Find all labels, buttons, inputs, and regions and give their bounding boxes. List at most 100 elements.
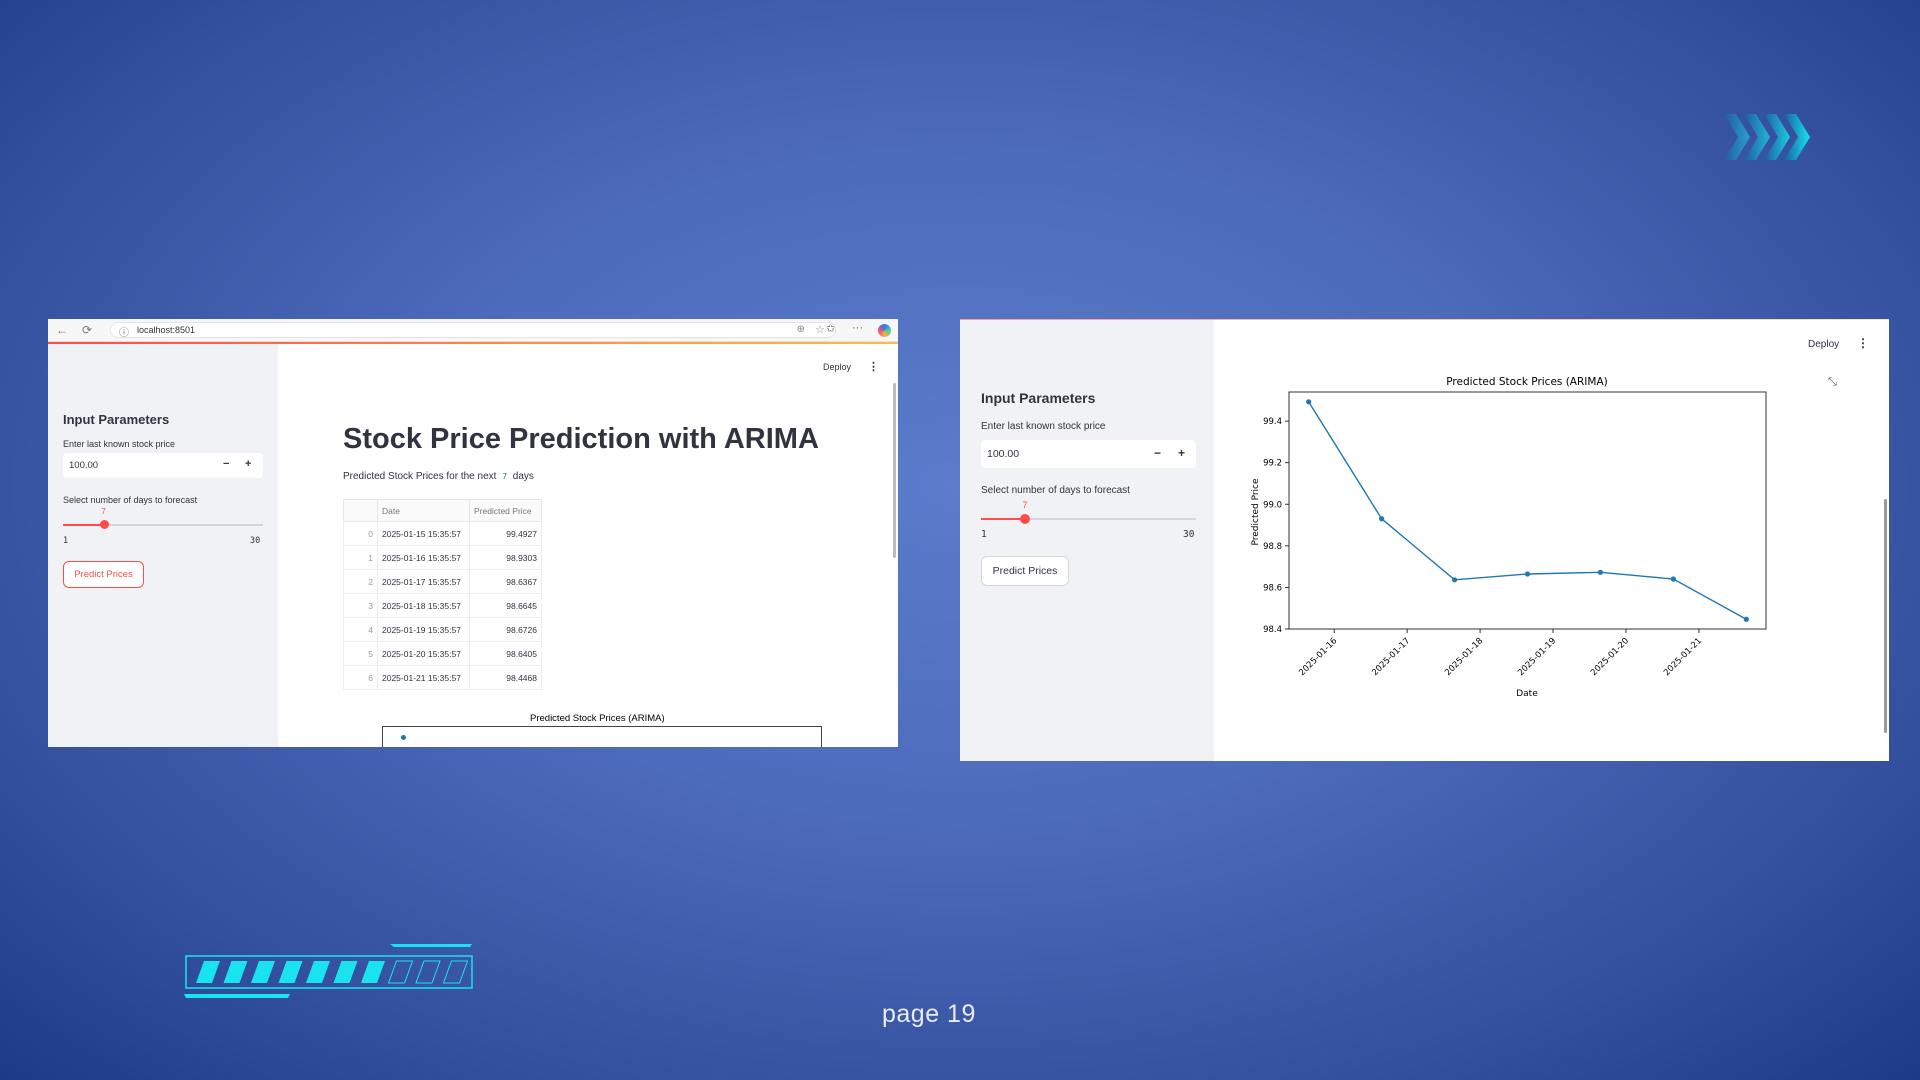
- predictions-table[interactable]: Date Predicted Price 0 2025-01-15 15:35:5…: [343, 499, 542, 690]
- chart-title-preview: Predicted Stock Prices (ARIMA): [530, 713, 665, 724]
- row-date: 2025-01-21 15:35:57: [377, 665, 470, 690]
- y-tick-label: 98.4: [1263, 625, 1282, 635]
- row-date: 2025-01-18 15:35:57: [377, 593, 470, 618]
- sidebar: Input Parameters Enter last known stock …: [960, 320, 1214, 761]
- address-bar[interactable]: ⓘ localhost:8501 ⊕ ☆: [110, 322, 836, 339]
- row-date: 2025-01-17 15:35:57: [377, 569, 470, 594]
- data-point: [1670, 576, 1676, 582]
- x-tick-label: 2025-01-20: [1589, 636, 1631, 678]
- fullscreen-expand-icon[interactable]: ⤡: [1828, 376, 1837, 389]
- address-bar-url: localhost:8501: [137, 325, 196, 335]
- slider-min-label: 1: [63, 536, 69, 546]
- loading-bar-decoration: [184, 944, 473, 998]
- row-date: 2025-01-16 15:35:57: [377, 545, 470, 570]
- page-number: page 19: [882, 1000, 976, 1028]
- progress-segment: [415, 960, 441, 984]
- row-price: 98.6405: [469, 641, 542, 666]
- row-price: 99.4927: [469, 521, 542, 546]
- days-slider-thumb[interactable]: [99, 520, 109, 529]
- price-line-chart: Predicted Stock Prices (ARIMA) 98.4 98.6 9…: [1251, 376, 1767, 699]
- row-index: 5: [343, 641, 378, 666]
- x-tick-label: 2025-01-19: [1516, 636, 1558, 678]
- x-axis-label: Date: [1516, 689, 1538, 699]
- slider-max-label: 30: [1183, 529, 1195, 540]
- left-app-screenshot: ← ⟳ ⓘ localhost:8501 ⊕ ☆ ✩ ··· Input Par…: [48, 319, 898, 747]
- progress-segment: [251, 961, 275, 983]
- chart-title: Predicted Stock Prices (ARIMA): [1446, 376, 1607, 388]
- row-price: 98.4468: [469, 665, 542, 690]
- data-point: [1597, 569, 1604, 575]
- progress-segment: [306, 961, 330, 983]
- data-point: [1743, 616, 1749, 622]
- slider-min-label: 1: [981, 529, 987, 540]
- table-header-price[interactable]: Predicted Price: [469, 499, 542, 522]
- days-slider-thumb[interactable]: [1020, 514, 1031, 524]
- progress-segment: [361, 961, 385, 983]
- table-row: 6 2025-01-21 15:35:57 98.4468: [343, 665, 542, 690]
- progress-segment: [278, 961, 303, 983]
- decrement-button[interactable]: −: [1154, 446, 1161, 460]
- y-tick-label: 98.6: [1263, 583, 1282, 593]
- back-icon[interactable]: ←: [56, 323, 68, 337]
- right-app-screenshot: Input Parameters Enter last known stock …: [960, 319, 1889, 761]
- price-number-input[interactable]: 100.00 − +: [981, 440, 1196, 468]
- slider-current-value: 7: [1022, 500, 1028, 510]
- plot-frame: [1288, 391, 1767, 630]
- subtitle-prefix: Predicted Stock Prices for the next: [343, 471, 497, 482]
- row-index: 6: [343, 665, 378, 690]
- deploy-button[interactable]: Deploy: [1808, 339, 1839, 350]
- increment-button[interactable]: +: [245, 458, 251, 470]
- row-price: 98.9303: [469, 545, 542, 570]
- x-tick-label: 2025-01-18: [1443, 636, 1485, 678]
- row-index: 2: [343, 569, 378, 594]
- y-tick-label: 99.0: [1263, 500, 1282, 510]
- scrollbar[interactable]: [1884, 499, 1887, 733]
- data-point: [1524, 571, 1531, 577]
- sidebar-title: Input Parameters: [63, 412, 170, 427]
- slider-max-label: 30: [250, 536, 261, 546]
- table-header-index[interactable]: [343, 499, 378, 522]
- deploy-button[interactable]: Deploy: [823, 362, 851, 372]
- page-title: Stock Price Prediction with ARIMA: [343, 423, 819, 455]
- data-point: [1451, 577, 1458, 583]
- table-header-date[interactable]: Date: [377, 499, 470, 522]
- zoom-icon[interactable]: ⊕: [797, 324, 805, 335]
- price-number-input[interactable]: 100.00 − +: [63, 453, 263, 478]
- series-line: [1308, 401, 1747, 620]
- predict-prices-button[interactable]: Predict Prices: [981, 556, 1069, 586]
- days-slider-fill: [63, 524, 105, 526]
- row-date: 2025-01-15 15:35:57: [377, 521, 470, 546]
- main-menu-icon[interactable]: ⋮: [1857, 336, 1869, 350]
- y-tick-label: 99.2: [1263, 459, 1282, 469]
- progress-segment: [387, 960, 414, 984]
- predict-prices-button[interactable]: Predict Prices: [63, 561, 144, 588]
- progress-segment: [333, 961, 358, 983]
- slider-current-value: 7: [101, 507, 106, 516]
- favorite-star-icon[interactable]: ☆: [815, 323, 825, 336]
- decrement-button[interactable]: −: [223, 458, 229, 470]
- reload-icon[interactable]: ⟳: [82, 323, 92, 337]
- row-price: 98.6726: [469, 617, 542, 642]
- browser-toolbar: ← ⟳ ⓘ localhost:8501 ⊕ ☆ ✩ ···: [48, 319, 898, 342]
- days-slider-label: Select number of days to forecast: [63, 495, 198, 505]
- progress-segment: [442, 960, 469, 984]
- more-options-icon[interactable]: ···: [852, 322, 863, 334]
- y-tick-label: 99.4: [1263, 417, 1282, 427]
- sidebar-title: Input Parameters: [981, 390, 1096, 406]
- chart-point-preview: [401, 735, 406, 740]
- sidebar: Input Parameters Enter last known stock …: [48, 344, 278, 747]
- subtitle-days-count: 7: [502, 472, 508, 481]
- table-row: 5 2025-01-20 15:35:57 98.6405: [343, 641, 542, 666]
- progress-segment: [196, 961, 220, 983]
- y-axis-label: Predicted Price: [1251, 478, 1261, 546]
- increment-button[interactable]: +: [1178, 446, 1185, 460]
- subtitle-suffix: days: [512, 471, 534, 482]
- scrollbar[interactable]: [893, 383, 896, 558]
- days-slider-label: Select number of days to forecast: [981, 485, 1130, 496]
- table-row: 2 2025-01-17 15:35:57 98.6367: [343, 569, 542, 594]
- site-info-icon[interactable]: ⓘ: [119, 324, 129, 339]
- copilot-icon[interactable]: [878, 324, 891, 337]
- main-menu-icon[interactable]: ⋮: [868, 360, 879, 373]
- chevrons-decoration-icon: [1724, 114, 1810, 160]
- favorites-icon[interactable]: ✩: [826, 322, 835, 335]
